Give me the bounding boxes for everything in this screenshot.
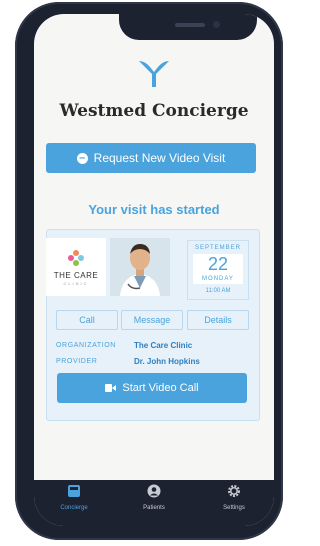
visit-status: Your visit has started	[88, 202, 220, 217]
phone-screen: Westmed Concierge – Request New Video Vi…	[34, 14, 274, 526]
organization-value: The Care Clinic	[134, 341, 193, 350]
date-day: 22	[193, 254, 243, 274]
start-video-call-button[interactable]: Start Video Call	[57, 373, 247, 403]
clinic-logo-text: THE CARE	[53, 270, 99, 280]
date-weekday: MONDAY	[193, 274, 243, 284]
clinic-logo-subtext: CLINIC	[63, 280, 89, 286]
organization-label: ORGANIZATION	[56, 342, 116, 349]
app-title: Westmed Concierge	[59, 101, 249, 121]
tab-settings[interactable]: Settings	[194, 484, 274, 511]
patient-icon	[147, 484, 161, 498]
front-camera	[213, 21, 220, 28]
clinic-logo-icon	[68, 249, 84, 266]
tab-settings-label: Settings	[223, 505, 245, 511]
speaker	[175, 23, 205, 27]
doctor-photo	[110, 238, 170, 296]
provider-label: PROVIDER	[56, 358, 98, 365]
call-button[interactable]: Call	[56, 310, 118, 330]
tab-patients[interactable]: Patients	[114, 484, 194, 511]
details-button[interactable]: Details	[187, 310, 249, 330]
clinic-logo: THE CARE CLINIC	[46, 238, 106, 296]
provider-value: Dr. John Hopkins	[134, 357, 200, 366]
notch	[119, 14, 257, 40]
message-button[interactable]: Message	[121, 310, 183, 330]
appointment-date: SEPTEMBER 22 MONDAY 11:00 AM	[187, 240, 249, 300]
minus-circle-icon: –	[76, 152, 88, 164]
concierge-icon	[68, 485, 80, 497]
app-logo-icon	[139, 61, 169, 87]
request-video-visit-label: Request New Video Visit	[93, 151, 226, 165]
bottom-tab-bar: Concierge Patients Settings	[34, 480, 274, 526]
tab-patients-label: Patients	[143, 505, 165, 511]
date-time: 11:00 AM	[205, 288, 231, 294]
tab-concierge[interactable]: Concierge	[34, 484, 114, 511]
gear-icon	[228, 485, 240, 497]
request-video-visit-button[interactable]: – Request New Video Visit	[46, 143, 256, 173]
start-video-call-label: Start Video Call	[122, 382, 199, 394]
tab-concierge-label: Concierge	[60, 505, 88, 511]
date-month: SEPTEMBER	[194, 245, 241, 251]
video-camera-icon	[105, 384, 117, 392]
